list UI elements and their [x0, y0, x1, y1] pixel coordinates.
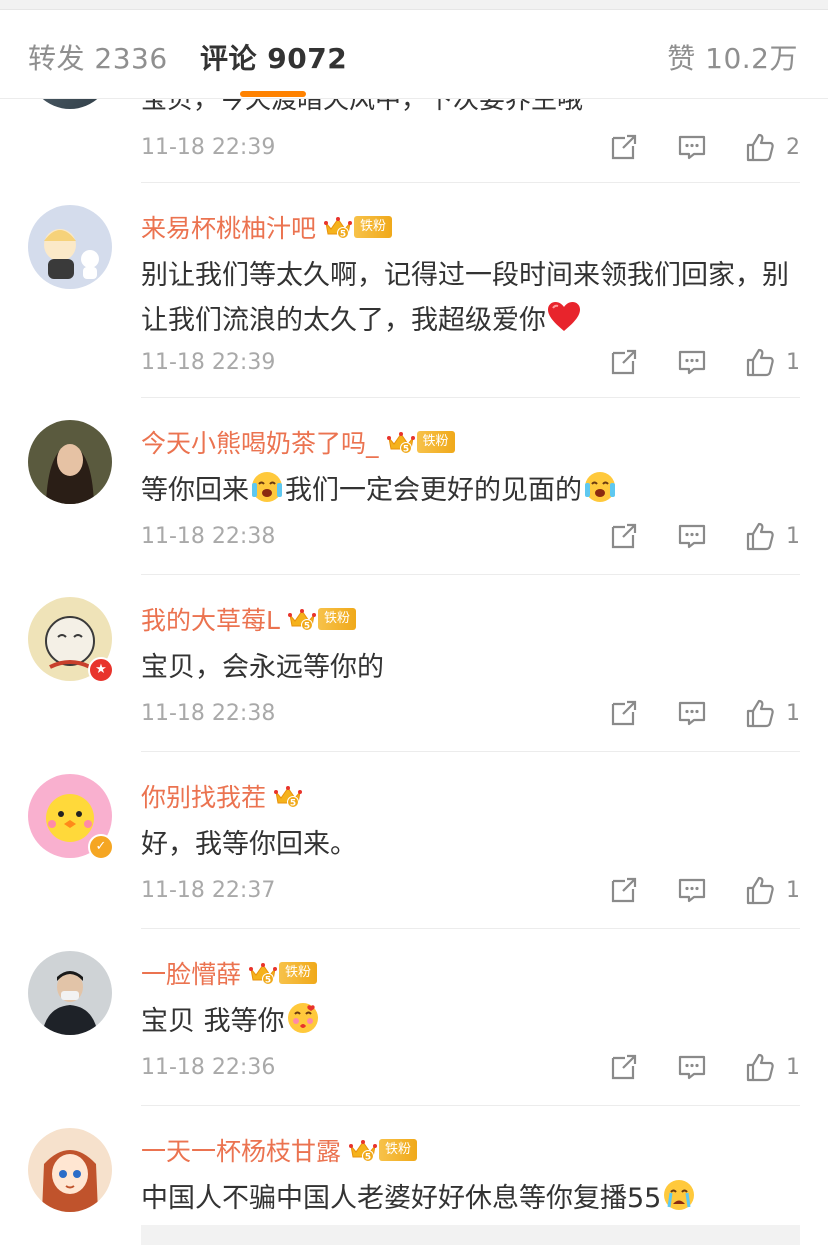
- username-text[interactable]: 来易杯桃柚汁吧: [141, 209, 316, 245]
- active-tab-indicator: [240, 91, 306, 97]
- verified-badge-icon: ✓: [88, 834, 114, 860]
- reply-icon[interactable]: [676, 1051, 708, 1083]
- crown-badge-icon: [274, 784, 302, 808]
- comment-text: 别让我们等太久啊，记得过一段时间来领我们回家，别让我们流浪的太久了，我超级爱你: [141, 260, 789, 336]
- reply-icon[interactable]: [676, 874, 708, 906]
- crown-badge-icon: [249, 961, 277, 985]
- heart-emoji-icon: [546, 299, 582, 335]
- share-icon[interactable]: [608, 1051, 640, 1083]
- comment-meta: 11-18 22:38 1: [0, 518, 828, 558]
- fan-badge: 铁粉: [317, 608, 356, 630]
- crown-badge-icon: [349, 1138, 377, 1162]
- like-icon[interactable]: [744, 874, 776, 906]
- reply-icon[interactable]: [676, 520, 708, 552]
- comment-item: 一脸懵薛 铁粉 宝贝 我等你 11-18 22:36 1: [0, 929, 828, 1106]
- like-count: 1: [786, 524, 800, 549]
- like-count: 1: [786, 1055, 800, 1080]
- username[interactable]: 今天小熊喝奶茶了吗_ 铁粉: [141, 424, 455, 460]
- username[interactable]: 来易杯桃柚汁吧 铁粉: [141, 209, 393, 245]
- share-icon[interactable]: [608, 697, 640, 729]
- fan-badge: 铁粉: [379, 1139, 418, 1161]
- like-icon[interactable]: [744, 520, 776, 552]
- reply-icon[interactable]: [676, 346, 708, 378]
- top-divider: [0, 0, 828, 10]
- avatar[interactable]: [28, 420, 112, 504]
- like-icon[interactable]: [744, 697, 776, 729]
- like-count: 1: [786, 878, 800, 903]
- share-icon[interactable]: [608, 346, 640, 378]
- like-count: 1: [786, 701, 800, 726]
- like-icon[interactable]: [744, 1051, 776, 1083]
- comment-text: 好，我等你回来。: [141, 829, 357, 860]
- comment-meta: 11-18 22:39 1: [0, 344, 828, 384]
- tab-bar: 转发 2336 评论 9072 赞 10.2万: [0, 10, 828, 99]
- crown-badge-icon: [387, 430, 415, 454]
- crown-badge-icon: [288, 607, 316, 631]
- username-text[interactable]: 一天一杯杨枝甘露: [141, 1132, 341, 1168]
- reply-preview-box[interactable]: [141, 1225, 800, 1245]
- comment-text-container: 宝贝，会永远等你的: [141, 645, 801, 690]
- kiss-emoji-icon: [285, 1000, 321, 1036]
- crown-badge-icon: [324, 215, 352, 239]
- crying-cheer-emoji-icon: [582, 469, 618, 505]
- username-text[interactable]: 你别找我茬: [141, 778, 266, 814]
- avatar[interactable]: [28, 951, 112, 1035]
- avatar[interactable]: [28, 1128, 112, 1212]
- tab-likes[interactable]: 赞 10.2万: [667, 37, 798, 77]
- comment-text-container: 别让我们等太久啊，记得过一段时间来领我们回家，别让我们流浪的太久了，我超级爱你: [141, 253, 801, 343]
- comment-meta: 11-18 22:37 1: [0, 872, 828, 912]
- sob-emoji-icon: [661, 1177, 697, 1213]
- comment-text-part: 等你回来: [141, 475, 249, 506]
- comment-time: 11-18 22:38: [141, 701, 276, 726]
- comment-time: 11-18 22:38: [141, 524, 276, 549]
- username-text[interactable]: 今天小熊喝奶茶了吗_: [141, 424, 379, 460]
- comment-feed[interactable]: 宝贝，今天渡暗天风中，下次要养生哦 11-18 22:39 2 来易杯桃柚汁吧: [0, 99, 828, 1245]
- comment-text-container: 等你回来 我们一定会更好的见面的: [141, 468, 801, 513]
- comment-time: 11-18 22:36: [141, 1055, 276, 1080]
- comment-text: 宝贝，会永远等你的: [141, 652, 384, 683]
- like-icon[interactable]: [744, 346, 776, 378]
- comment-item: ★ 我的大草莓L 铁粉 宝贝，会永远等你的 11-18 22:38 1: [0, 575, 828, 752]
- comment-text-container: 好，我等你回来。: [141, 822, 801, 867]
- crying-cheer-emoji-icon: [249, 469, 285, 505]
- comment-text-container: 中国人不骗中国人老婆好好休息等你复播55: [141, 1176, 801, 1221]
- tab-repost[interactable]: 转发 2336: [28, 37, 168, 77]
- comment-text: 宝贝 我等你: [141, 1006, 285, 1037]
- username-text[interactable]: 一脸懵薛: [141, 955, 241, 991]
- avatar[interactable]: [28, 205, 112, 289]
- verified-badge-icon: ★: [88, 657, 114, 683]
- fan-badge: 铁粉: [416, 431, 455, 453]
- comment-text: 中国人不骗中国人老婆好好休息等你复播55: [141, 1183, 662, 1214]
- comment-text-part: 我们一定会更好的见面的: [285, 475, 582, 506]
- comment-time: 11-18 22:37: [141, 878, 276, 903]
- fan-badge: 铁粉: [279, 962, 318, 984]
- username[interactable]: 一天一杯杨枝甘露 铁粉: [141, 1132, 418, 1168]
- reply-icon[interactable]: [676, 697, 708, 729]
- comment-item: ✓ 你别找我茬 好，我等你回来。 11-18 22:37 1: [0, 752, 828, 929]
- share-icon[interactable]: [608, 874, 640, 906]
- username[interactable]: 我的大草莓L 铁粉: [141, 601, 356, 637]
- username[interactable]: 你别找我茬: [141, 778, 302, 814]
- comment-meta: 11-18 22:36 1: [0, 1049, 828, 1089]
- username-text[interactable]: 我的大草莓L: [141, 601, 280, 637]
- comment-meta: 11-18 22:38 1: [0, 695, 828, 735]
- like-count: 1: [786, 350, 800, 375]
- share-icon[interactable]: [608, 520, 640, 552]
- comment-text-container: 宝贝 我等你: [141, 999, 801, 1044]
- username[interactable]: 一脸懵薛 铁粉: [141, 955, 318, 991]
- comment-item: 今天小熊喝奶茶了吗_ 铁粉 等你回来 我们一定会更好的见面的 11-18 22:3…: [0, 398, 828, 575]
- comment-time: 11-18 22:39: [141, 350, 276, 375]
- fan-badge: 铁粉: [354, 216, 393, 238]
- avatar[interactable]: [28, 99, 112, 109]
